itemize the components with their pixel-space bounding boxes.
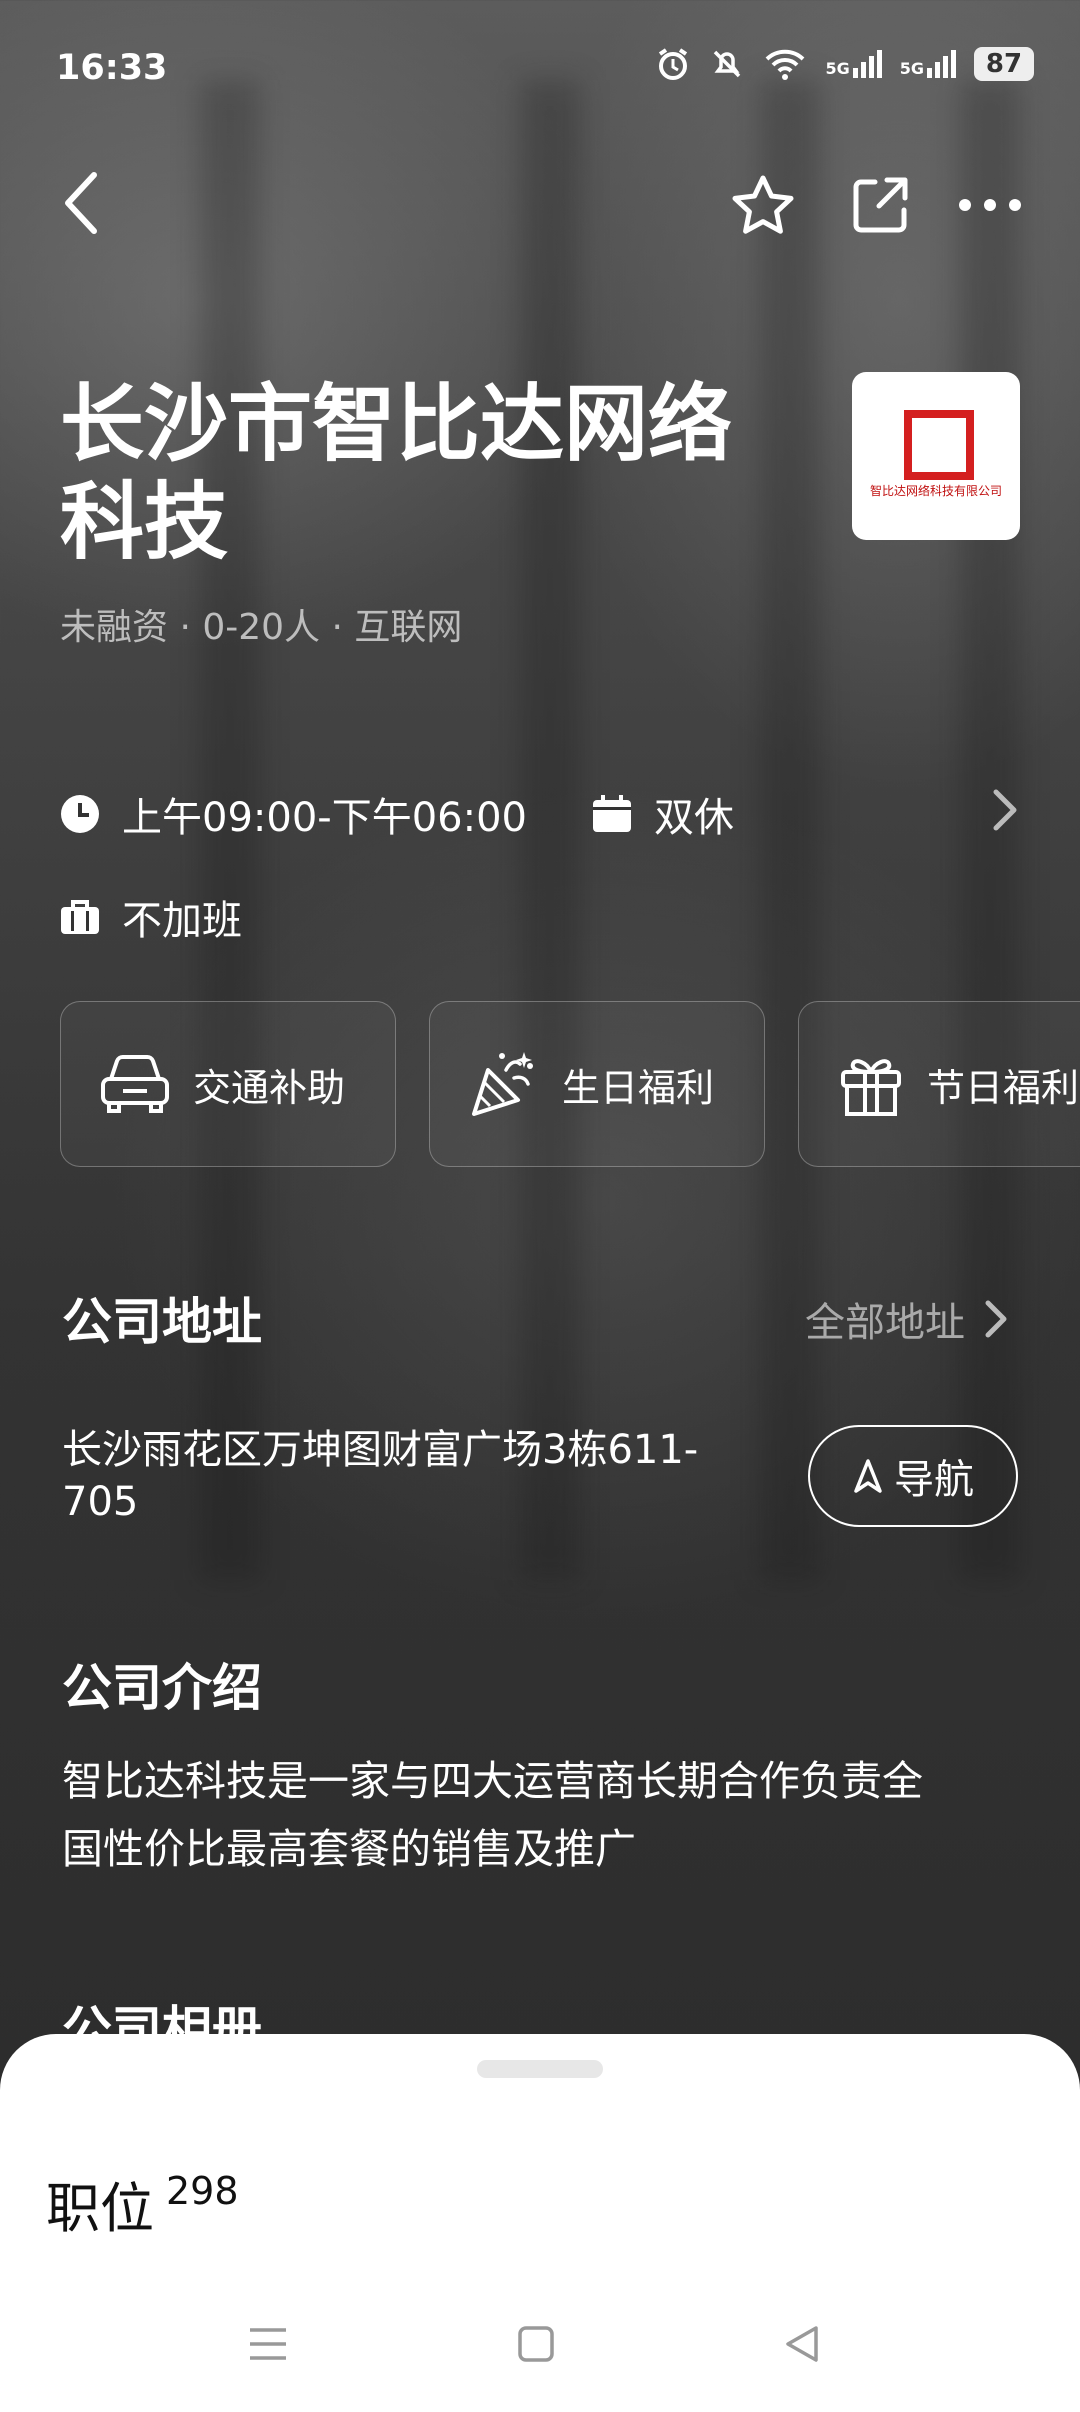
jobs-bottom-sheet[interactable]: 职位 298 [0, 2034, 1080, 2412]
briefcase-icon [61, 900, 99, 934]
car-icon [101, 1055, 169, 1113]
address-section-title: 公司地址 [62, 1293, 262, 1351]
star-icon [732, 175, 794, 234]
sheet-drag-handle[interactable] [477, 2060, 603, 2078]
more-dots-icon [959, 199, 1021, 211]
home-square-icon [518, 2326, 554, 2362]
jobs-label: 职位 [46, 2177, 154, 2240]
back-nav-button[interactable] [782, 2324, 822, 2368]
intro-section-title: 公司介绍 [62, 1659, 262, 1717]
navigation-arrow-icon [854, 1459, 882, 1493]
wifi-icon [766, 49, 805, 80]
navigate-label: 导航 [894, 1457, 974, 1503]
chevron-right-icon [985, 1300, 1007, 1338]
work-hours-text: 上午09:00-下午06:00 [122, 795, 527, 841]
benefit-card-birthday[interactable]: 生日福利 [429, 1001, 765, 1167]
company-address: 长沙雨花区万坤图财富广场3栋611-705 [62, 1427, 699, 1525]
signal-2: 5G [900, 50, 956, 78]
status-time: 16:33 [56, 48, 168, 88]
all-addresses-label: 全部地址 [805, 1300, 965, 1346]
work-info-more[interactable] [990, 788, 1020, 836]
benefit-label: 交通补助 [193, 1065, 346, 1110]
status-icons: 5G 5G 87 [655, 46, 1034, 82]
work-hours: 上午09:00-下午06:00 [60, 785, 527, 843]
logo-mark [904, 410, 974, 480]
navigate-button[interactable]: 导航 [808, 1425, 1018, 1527]
mute-icon [714, 50, 741, 78]
jobs-count[interactable]: 职位 298 [46, 2164, 239, 2243]
calendar-icon [593, 795, 631, 832]
menu-icon [250, 2328, 286, 2360]
clock-icon [61, 795, 99, 833]
chevron-left-icon [65, 172, 97, 234]
home-nav-button[interactable] [516, 2324, 556, 2368]
party-popper-icon [472, 1052, 533, 1116]
battery-indicator: 87 [974, 47, 1034, 81]
overtime-info: 不加班 [60, 888, 242, 946]
back-button[interactable] [52, 168, 112, 238]
company-name: 长沙市智比达网络科技 [60, 375, 733, 571]
company-meta: 未融资 · 0-20人 · 互联网 [60, 607, 463, 648]
benefit-label: 节日福利 [927, 1065, 1080, 1110]
work-rest: 双休 [592, 785, 734, 843]
alarm-icon [659, 48, 688, 80]
favorite-button[interactable] [728, 170, 798, 240]
benefit-card-transport[interactable]: 交通补助 [60, 1001, 396, 1167]
more-button[interactable] [955, 180, 1025, 230]
all-addresses-link[interactable]: 全部地址 [805, 1290, 1009, 1348]
company-logo: 智比达网络科技有限公司 [852, 372, 1020, 540]
chevron-right-icon [993, 789, 1017, 831]
jobs-number: 298 [166, 2169, 239, 2213]
logo-text: 智比达网络科技有限公司 [869, 484, 1002, 498]
share-button[interactable] [845, 170, 915, 240]
back-triangle-icon [786, 2326, 818, 2362]
signal-1: 5G [825, 50, 882, 78]
gift-icon [841, 1059, 901, 1116]
benefit-label: 生日福利 [562, 1065, 715, 1110]
menu-nav-button[interactable] [246, 2324, 290, 2368]
benefit-card-holiday[interactable]: 节日福利 [798, 1001, 1080, 1167]
share-icon [853, 177, 908, 233]
work-rest-text: 双休 [654, 795, 734, 841]
overtime-text: 不加班 [122, 898, 242, 944]
company-intro: 智比达科技是一家与四大运营商长期合作负责全国性价比最高套餐的销售及推广 [62, 1757, 923, 1873]
